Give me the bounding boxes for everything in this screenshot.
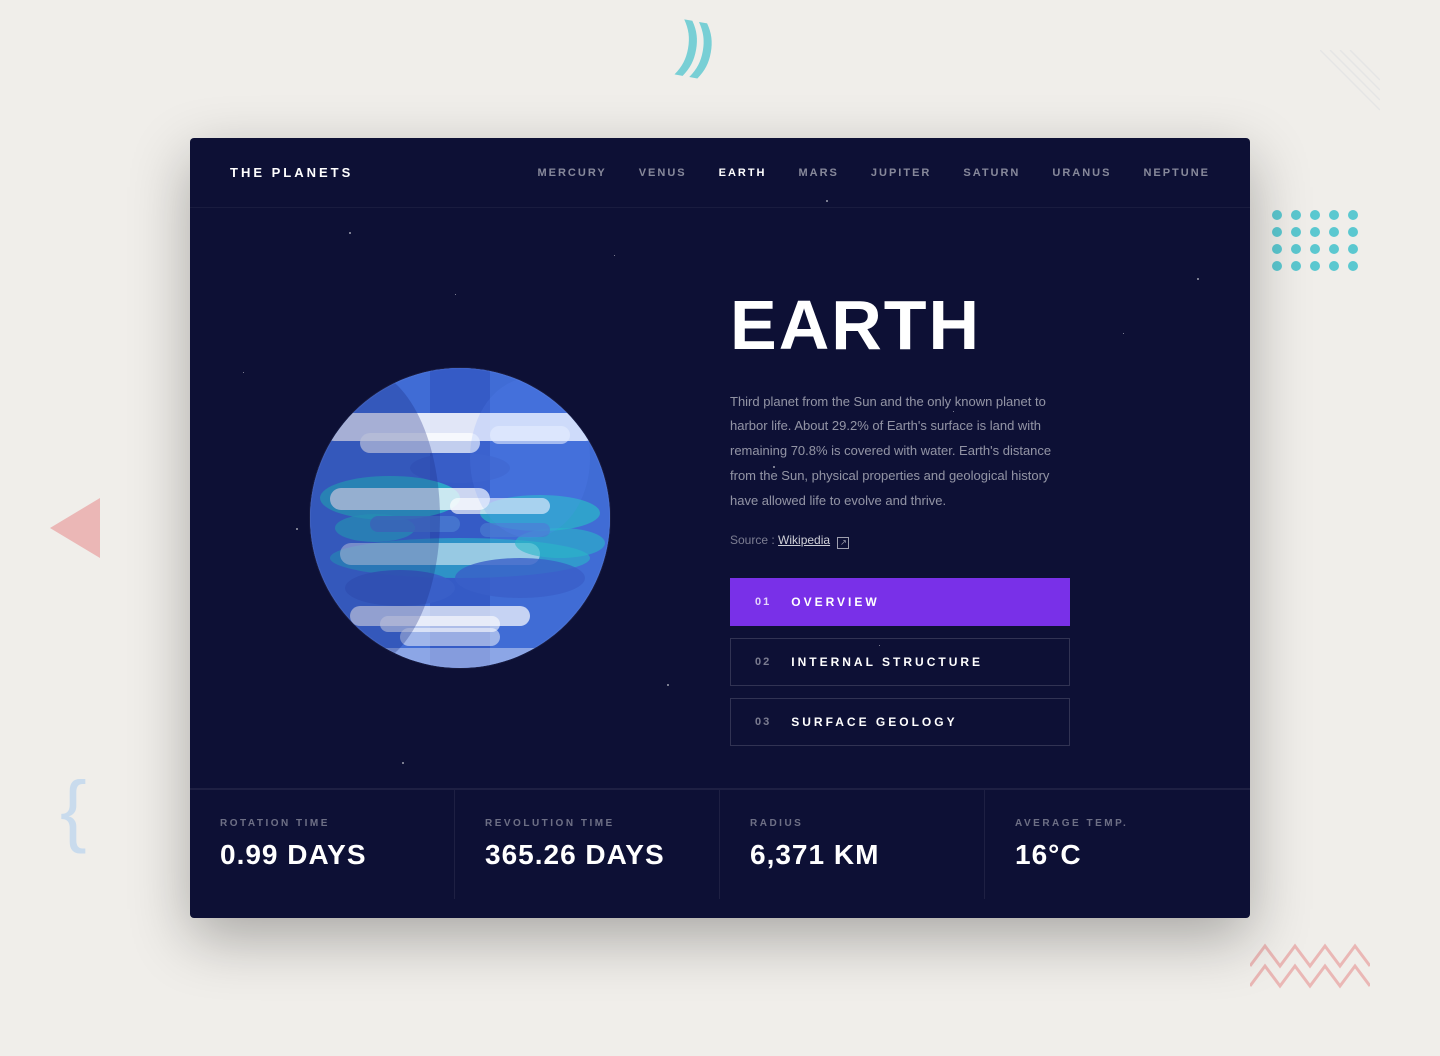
- planet-wrapper: [270, 358, 650, 678]
- stat-temp-label: Average Temp.: [1015, 818, 1220, 829]
- nav-neptune[interactable]: Neptune: [1143, 167, 1210, 179]
- main-content: Earth Third planet from the Sun and the …: [190, 208, 1250, 788]
- section-num-3: 03: [755, 716, 771, 728]
- stat-rotation: Rotation Time 0.99 Days: [190, 789, 455, 899]
- source-label: Source :: [730, 533, 775, 547]
- deco-quotes: )): [674, 8, 715, 81]
- nav-list: Mercury Venus Earth Mars Jupiter Saturn …: [537, 167, 1210, 179]
- nav-venus[interactable]: Venus: [639, 167, 687, 179]
- deco-curly: {: [60, 764, 87, 856]
- external-link-icon: ↗: [837, 537, 849, 549]
- nav-saturn[interactable]: Saturn: [963, 167, 1020, 179]
- stats-bar: Rotation Time 0.99 Days Revolution Time …: [190, 788, 1250, 899]
- wikipedia-link[interactable]: Wikipedia: [778, 533, 830, 547]
- deco-dots: [1272, 210, 1360, 271]
- section-geology-btn[interactable]: 03 Surface Geology: [730, 698, 1070, 746]
- nav-earth[interactable]: Earth: [719, 167, 767, 179]
- app-container: The Planets Mercury Venus Earth Mars Jup…: [190, 138, 1250, 918]
- stat-temp-value: 16°C: [1015, 839, 1220, 871]
- section-label-1: Overview: [791, 595, 879, 609]
- info-panel: Earth Third planet from the Sun and the …: [650, 290, 1070, 746]
- nav-jupiter[interactable]: Jupiter: [871, 167, 931, 179]
- planet-description: Third planet from the Sun and the only k…: [730, 390, 1070, 513]
- section-label-2: Internal Structure: [791, 655, 983, 669]
- app-logo: The Planets: [230, 165, 353, 180]
- stat-rotation-label: Rotation Time: [220, 818, 424, 829]
- planet-title: Earth: [730, 290, 1070, 360]
- source-line: Source : Wikipedia ↗: [730, 533, 1070, 548]
- stat-rotation-value: 0.99 Days: [220, 839, 424, 871]
- stat-radius: Radius 6,371 KM: [720, 789, 985, 899]
- header: The Planets Mercury Venus Earth Mars Jup…: [190, 138, 1250, 208]
- section-num-2: 02: [755, 656, 771, 668]
- section-buttons: 01 Overview 02 Internal Structure 03 Sur…: [730, 578, 1070, 746]
- nav-uranus[interactable]: Uranus: [1052, 167, 1111, 179]
- main-nav: Mercury Venus Earth Mars Jupiter Saturn …: [537, 167, 1210, 179]
- deco-arrow-left: [50, 498, 100, 558]
- stat-temp: Average Temp. 16°C: [985, 789, 1250, 899]
- deco-zigzag: [1250, 936, 1370, 996]
- section-num-1: 01: [755, 596, 771, 608]
- section-internal-btn[interactable]: 02 Internal Structure: [730, 638, 1070, 686]
- section-label-3: Surface Geology: [791, 715, 957, 729]
- stat-revolution: Revolution Time 365.26 Days: [455, 789, 720, 899]
- nav-mercury[interactable]: Mercury: [537, 167, 606, 179]
- section-overview-btn[interactable]: 01 Overview: [730, 578, 1070, 626]
- stat-radius-label: Radius: [750, 818, 954, 829]
- nav-mars[interactable]: Mars: [799, 167, 839, 179]
- stat-radius-value: 6,371 KM: [750, 839, 954, 871]
- deco-lines-tr: [1320, 50, 1380, 170]
- stat-revolution-value: 365.26 Days: [485, 839, 689, 871]
- earth-planet: [300, 358, 620, 678]
- stat-revolution-label: Revolution Time: [485, 818, 689, 829]
